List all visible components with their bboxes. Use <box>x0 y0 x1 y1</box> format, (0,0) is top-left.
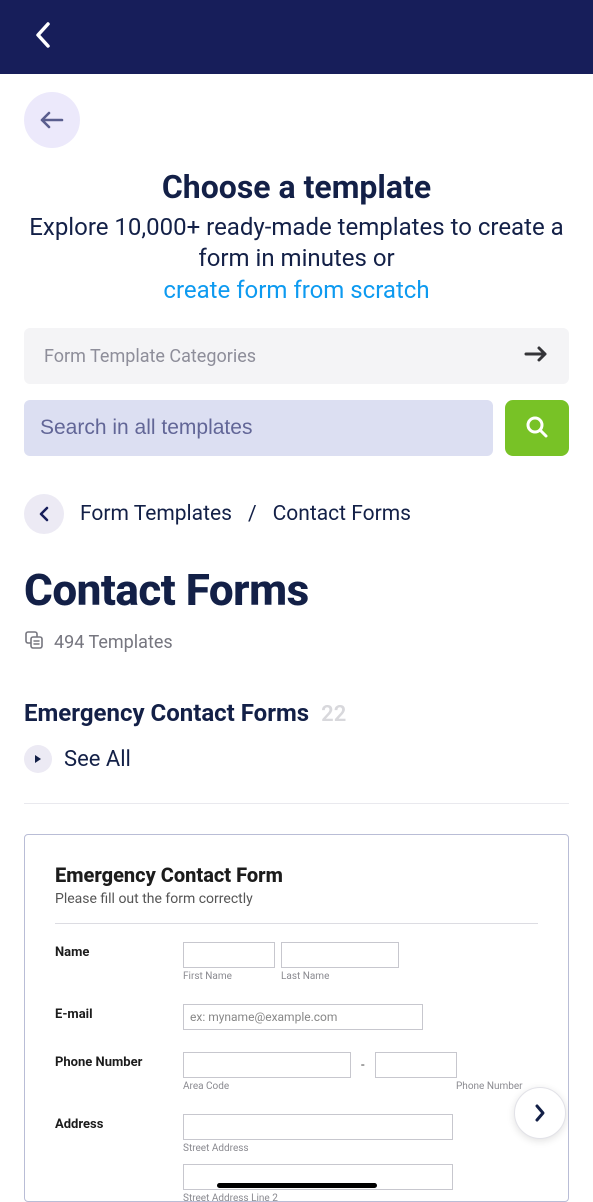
phone-field: - Area Code Phone Number <box>183 1052 538 1092</box>
caret-right-icon <box>24 745 52 773</box>
breadcrumb-back-button[interactable] <box>24 494 64 534</box>
header-block: Choose a template Explore 10,000+ ready-… <box>24 168 569 304</box>
search-icon <box>524 414 550 443</box>
template-categories-dropdown[interactable]: Form Template Categories <box>24 328 569 384</box>
preview-divider <box>55 923 538 924</box>
create-from-scratch-link[interactable]: create form from scratch <box>163 276 429 304</box>
arrow-right-icon <box>523 345 549 368</box>
section-count: 22 <box>321 702 346 727</box>
template-preview-card[interactable]: Emergency Contact Form Please fill out t… <box>24 834 569 1202</box>
home-indicator <box>217 1183 377 1188</box>
search-row <box>24 400 569 456</box>
breadcrumb-parent-link[interactable]: Form Templates <box>80 502 232 526</box>
area-code-sublabel: Area Code <box>183 1081 314 1092</box>
next-template-button[interactable] <box>514 1087 566 1139</box>
phone-number-input <box>375 1052 457 1078</box>
address-label: Address <box>55 1114 175 1202</box>
email-label: E-mail <box>55 1004 175 1030</box>
last-name-sublabel: Last Name <box>281 971 399 982</box>
breadcrumb: Form Templates / Contact Forms <box>24 494 569 534</box>
template-count-text: 494 Templates <box>54 632 173 653</box>
template-count-row: 494 Templates <box>24 630 569 655</box>
address-field: Street Address Street Address Line 2 <box>183 1114 538 1202</box>
page-heading: Choose a template <box>24 168 569 206</box>
categories-label: Form Template Categories <box>44 346 256 367</box>
app-top-bar <box>0 0 593 74</box>
name-field: First Name Last Name <box>183 942 538 982</box>
see-all-text: See All <box>64 747 131 772</box>
breadcrumb-separator: / <box>248 502 257 526</box>
page-back-button[interactable] <box>24 92 80 148</box>
street-address-input <box>183 1114 453 1140</box>
first-name-sublabel: First Name <box>183 971 275 982</box>
page-subtitle: Explore 10,000+ ready-made templates to … <box>24 212 569 274</box>
name-label: Name <box>55 942 175 982</box>
email-input: ex: myname@example.com <box>183 1004 423 1030</box>
section-title: Emergency Contact Forms <box>24 699 309 727</box>
page-title: Contact Forms <box>24 564 569 616</box>
search-input[interactable] <box>24 400 493 456</box>
first-name-input <box>183 942 275 968</box>
last-name-input <box>281 942 399 968</box>
street-address2-sublabel: Street Address Line 2 <box>183 1193 538 1202</box>
section-header: Emergency Contact Forms 22 <box>24 699 569 727</box>
search-button[interactable] <box>505 400 569 456</box>
section-divider <box>24 803 569 804</box>
phone-label: Phone Number <box>55 1052 175 1092</box>
street-address-sublabel: Street Address <box>183 1143 538 1154</box>
area-code-input <box>183 1052 351 1078</box>
see-all-link[interactable]: See All <box>24 745 569 773</box>
templates-icon <box>24 630 44 655</box>
back-chevron-icon[interactable] <box>34 21 52 53</box>
phone-dash: - <box>357 1052 369 1078</box>
breadcrumb-current: Contact Forms <box>273 502 411 526</box>
preview-subtitle: Please fill out the form correctly <box>55 891 538 907</box>
email-field: ex: myname@example.com <box>183 1004 538 1030</box>
preview-title: Emergency Contact Form <box>55 863 538 887</box>
